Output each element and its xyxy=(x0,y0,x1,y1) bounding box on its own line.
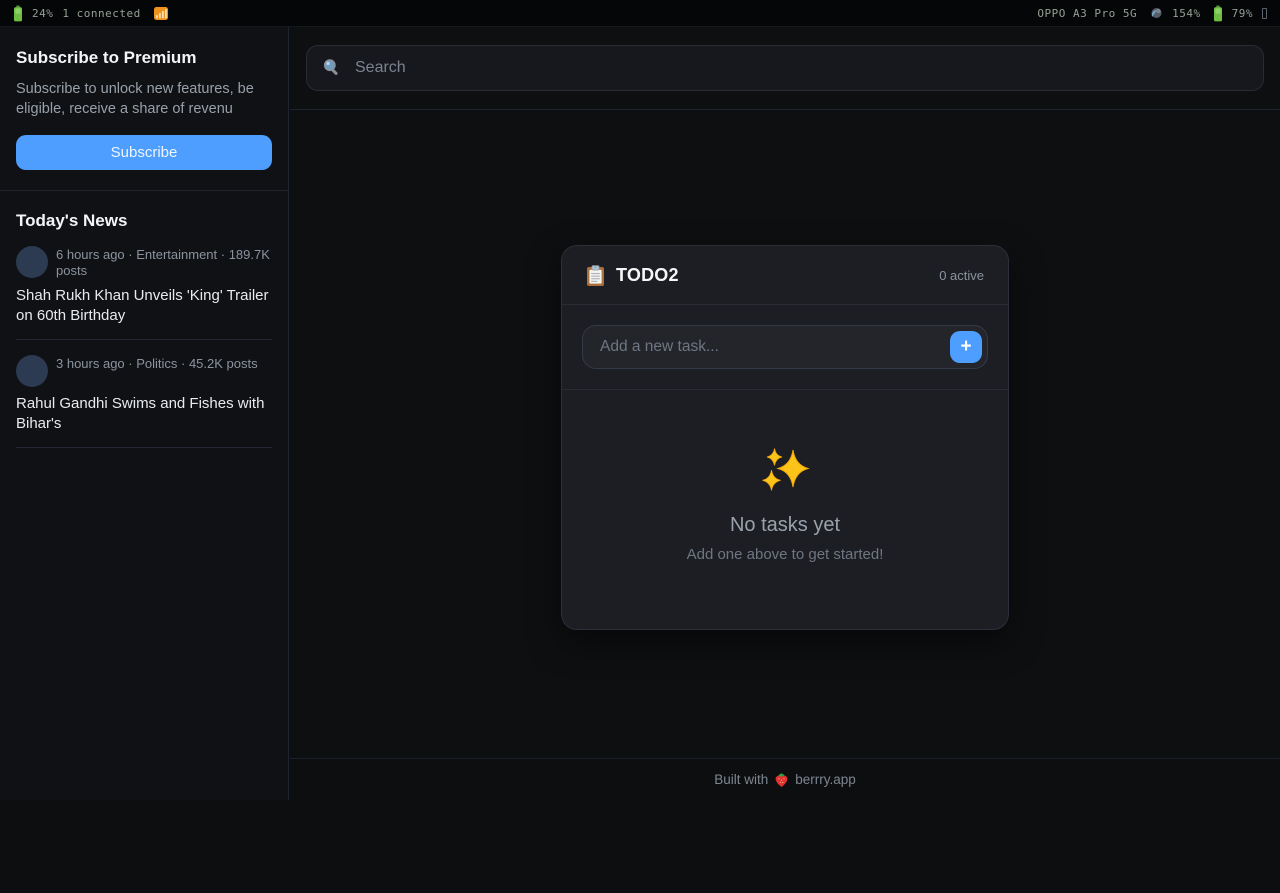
subscribe-button[interactable]: Subscribe xyxy=(16,135,272,170)
magnifier-icon xyxy=(322,58,342,78)
empty-state: No tasks yet Add one above to get starte… xyxy=(562,390,1008,629)
satellite-icon xyxy=(1149,7,1163,20)
antenna-bars-icon xyxy=(154,6,168,20)
news-section: Today's News 6 hours ago · Entertainment… xyxy=(0,191,288,448)
footer-built-with: Built with xyxy=(714,772,768,787)
add-task-button[interactable]: + xyxy=(950,331,982,363)
sidebar: Subscribe to Premium Subscribe to unlock… xyxy=(0,27,289,800)
news-avatar xyxy=(16,246,48,278)
news-avatar xyxy=(16,355,48,387)
news-meta: 3 hours ago · Politics · 45.2K posts xyxy=(56,355,258,372)
premium-description: Subscribe to unlock new features, be eli… xyxy=(16,79,272,119)
premium-section: Subscribe to Premium Subscribe to unlock… xyxy=(0,27,288,191)
phone-outline-icon xyxy=(1262,8,1267,19)
news-item[interactable]: 3 hours ago · Politics · 45.2K posts Rah… xyxy=(16,340,272,448)
footer-brand-link[interactable]: berrry.app xyxy=(795,772,856,787)
news-headline: Shah Rukh Khan Unveils 'King' Trailer on… xyxy=(16,286,272,326)
status-left: 24% 1 connected xyxy=(13,5,168,22)
search-box[interactable] xyxy=(306,45,1264,91)
news-meta: 6 hours ago · Entertainment · 189.7K pos… xyxy=(56,246,270,279)
clipboard-icon xyxy=(586,265,605,286)
sparkles-icon xyxy=(760,448,810,496)
todo-card-header: TODO2 0 active xyxy=(562,246,1008,305)
status-right: OPPO A3 Pro 5G 154% 79% xyxy=(1037,5,1267,22)
search-header xyxy=(290,27,1280,110)
footer: Built with berrry.app xyxy=(290,758,1280,800)
status-bar: 24% 1 connected OPPO A3 Pro 5G 154% 79% xyxy=(0,0,1280,27)
todo-card: TODO2 0 active + No tasks yet xyxy=(561,245,1009,630)
connections-label: 1 connected xyxy=(62,7,140,20)
search-input[interactable] xyxy=(355,59,1248,77)
battery-percentage: 24% xyxy=(32,7,53,20)
add-task-section: + xyxy=(562,305,1008,390)
todo-title: TODO2 xyxy=(616,265,679,286)
empty-state-subtitle: Add one above to get started! xyxy=(582,546,988,563)
usage-percentage: 154% xyxy=(1172,7,1201,20)
strawberry-icon xyxy=(774,772,789,788)
news-headline: Rahul Gandhi Swims and Fishes with Bihar… xyxy=(16,394,272,434)
divider xyxy=(16,447,272,448)
battery-percentage: 79% xyxy=(1232,7,1253,20)
new-task-input[interactable] xyxy=(582,325,988,369)
device-name: OPPO A3 Pro 5G xyxy=(1037,7,1137,20)
battery-icon xyxy=(1213,5,1223,22)
empty-state-title: No tasks yet xyxy=(582,514,988,537)
news-title: Today's News xyxy=(16,211,272,231)
news-item[interactable]: 6 hours ago · Entertainment · 189.7K pos… xyxy=(16,231,272,340)
main-area: TODO2 0 active + No tasks yet xyxy=(290,27,1280,800)
active-count-badge: 0 active xyxy=(939,268,984,283)
premium-title: Subscribe to Premium xyxy=(16,48,272,68)
battery-icon xyxy=(13,5,23,22)
